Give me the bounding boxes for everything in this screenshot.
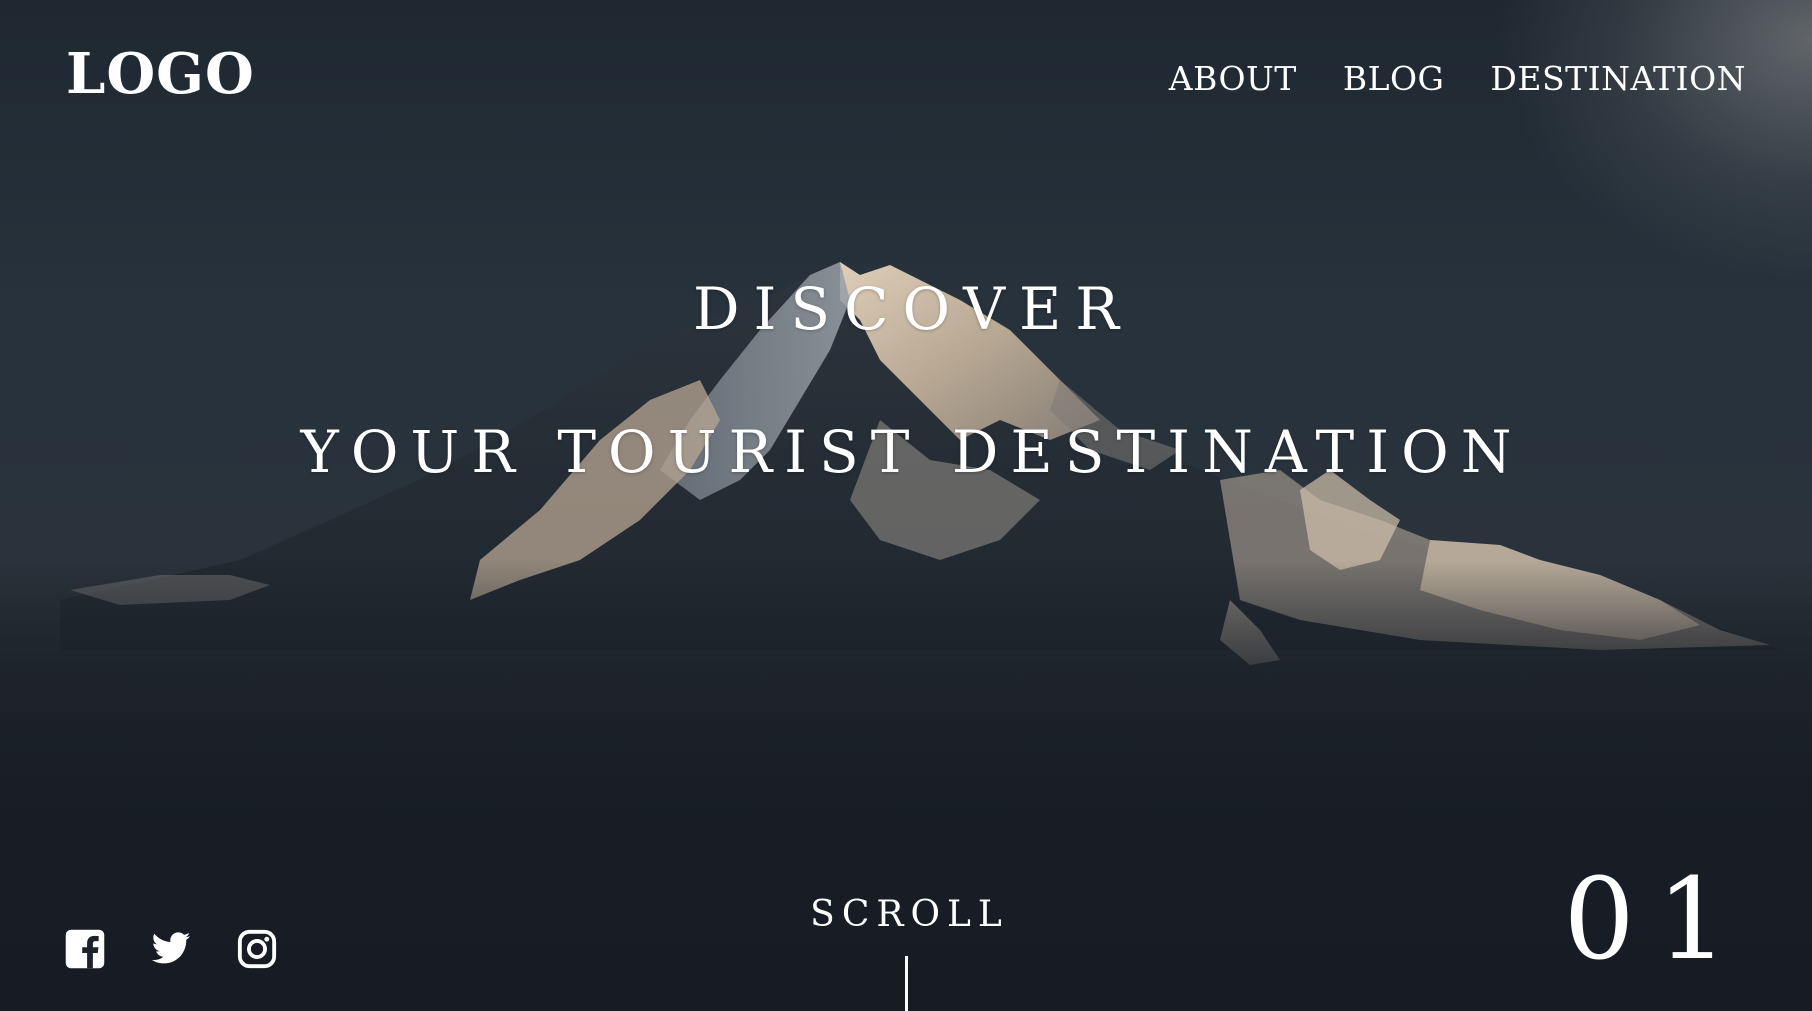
logo[interactable]: LOGO — [66, 46, 255, 102]
hero-headline-destination: YOUR TOURIST DESTINATION — [300, 418, 1524, 486]
scroll-indicator-label[interactable]: SCROLL — [0, 897, 1812, 933]
scroll-indicator-line — [905, 956, 908, 1011]
hero-headline-discover: DISCOVER — [693, 275, 1133, 343]
twitter-icon[interactable] — [150, 928, 192, 970]
hero-section: LOGO ABOUT BLOG DESTINATION DISCOVER YOU… — [0, 0, 1812, 1011]
instagram-icon[interactable] — [236, 928, 278, 970]
nav-item-about[interactable]: ABOUT — [1169, 62, 1297, 95]
slide-number: 01 — [1563, 855, 1750, 985]
social-links — [64, 928, 278, 970]
nav-item-blog[interactable]: BLOG — [1343, 62, 1445, 95]
nav-item-destination[interactable]: DESTINATION — [1490, 62, 1746, 95]
main-nav: ABOUT BLOG DESTINATION — [1169, 62, 1746, 95]
facebook-icon[interactable] — [64, 928, 106, 970]
